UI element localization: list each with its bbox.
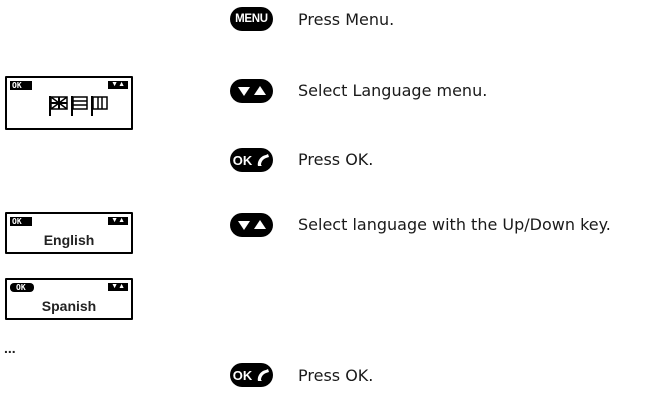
up-down-arrows-icon bbox=[238, 220, 266, 230]
step-press-ok: Press OK. bbox=[298, 150, 374, 169]
step-select-language: Select language with the Up/Down key. bbox=[298, 215, 611, 234]
lcd-arrows-icon: ▼▲ bbox=[108, 217, 128, 225]
step-select-language-menu: Select Language menu. bbox=[298, 81, 488, 100]
lcd-spanish: OK ▼▲ Spanish bbox=[5, 278, 133, 320]
lcd-language-menu: OK ▼▲ bbox=[5, 76, 133, 130]
ok-button-label: OK bbox=[232, 367, 253, 383]
lcd-ok-softkey: OK bbox=[10, 216, 32, 226]
menu-button[interactable]: MENU bbox=[230, 7, 273, 31]
phone-handset-icon bbox=[258, 154, 270, 166]
language-option-english: English bbox=[43, 232, 95, 248]
language-flags-icon bbox=[49, 96, 108, 116]
lcd-ok-softkey: OK bbox=[10, 282, 34, 292]
ok-button-label: OK bbox=[232, 152, 253, 168]
up-down-button[interactable] bbox=[230, 213, 273, 237]
language-option-spanish: Spanish bbox=[41, 298, 97, 314]
step-press-menu: Press Menu. bbox=[298, 10, 395, 29]
ellipsis: ... bbox=[4, 340, 16, 356]
lcd-arrows-icon: ▼▲ bbox=[108, 283, 128, 291]
ok-button[interactable]: OK bbox=[230, 363, 273, 387]
menu-button-label: MENU bbox=[235, 13, 268, 25]
ok-button[interactable]: OK bbox=[230, 148, 273, 172]
step-press-ok-final: Press OK. bbox=[298, 366, 374, 385]
lcd-english: OK ▼▲ English bbox=[5, 212, 133, 254]
up-down-button[interactable] bbox=[230, 79, 273, 103]
phone-handset-icon bbox=[258, 369, 270, 381]
up-down-arrows-icon bbox=[238, 86, 266, 96]
